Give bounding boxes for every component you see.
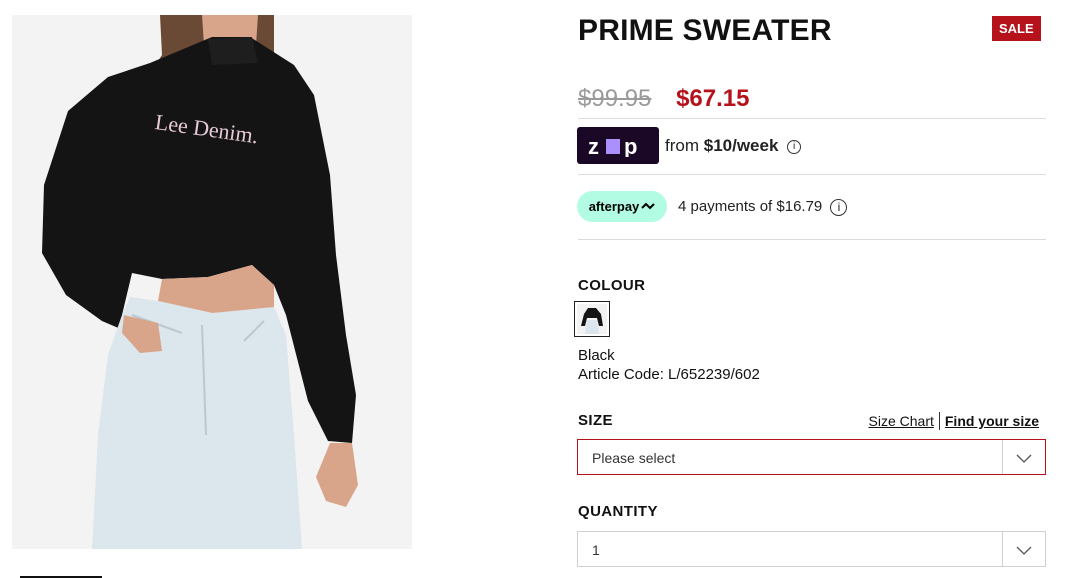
afterpay-logo[interactable]: afterpay [577, 191, 667, 222]
sale-price: $67.15 [676, 85, 750, 112]
divider [578, 118, 1046, 119]
afterpay-payment-text: 4 payments of $16.79 i [678, 198, 848, 216]
quantity-select[interactable]: 1 [577, 531, 1046, 567]
divider [578, 239, 1046, 240]
size-chart-link[interactable]: Size Chart [869, 413, 934, 429]
size-links: Size Chart Find your size [869, 412, 1039, 430]
size-select[interactable]: Please select [577, 439, 1046, 475]
divider [578, 174, 1046, 175]
info-icon[interactable]: i [830, 198, 848, 216]
quantity-label: QUANTITY [578, 503, 658, 520]
quantity-value: 1 [592, 542, 600, 558]
original-price: $99.95 [578, 85, 652, 112]
size-select-placeholder: Please select [592, 450, 676, 466]
price-row: $99.95 $67.15 [578, 85, 749, 113]
svg-text:z: z [588, 135, 599, 157]
find-your-size-link[interactable]: Find your size [945, 413, 1039, 429]
afterpay-installments: 4 payments of $16.79 [678, 198, 823, 215]
info-icon[interactable]: i [787, 139, 802, 154]
zip-amount: $10/week [703, 136, 779, 155]
sale-badge: SALE [992, 16, 1041, 41]
size-label: SIZE [578, 412, 613, 429]
product-image[interactable]: Lee Denim. [12, 15, 412, 549]
zip-text-prefix: from [665, 136, 704, 155]
colour-swatch-black[interactable] [574, 301, 610, 337]
article-code: Article Code: L/652239/602 [578, 366, 760, 383]
select-divider [1002, 532, 1003, 566]
link-separator [938, 412, 940, 430]
chevron-down-icon[interactable] [1016, 450, 1032, 466]
chevron-down-icon[interactable] [1016, 542, 1032, 558]
colour-label: COLOUR [578, 277, 646, 294]
zip-logo[interactable]: z p [577, 127, 659, 164]
product-title: PRIME SWEATER [578, 14, 832, 47]
afterpay-arrows-icon [641, 202, 655, 209]
afterpay-logo-text: afterpay [588, 199, 640, 214]
zip-payment-text: from $10/week i [665, 136, 802, 156]
select-divider [1002, 440, 1003, 474]
selected-colour: Black [578, 347, 615, 364]
svg-text:p: p [624, 135, 637, 157]
